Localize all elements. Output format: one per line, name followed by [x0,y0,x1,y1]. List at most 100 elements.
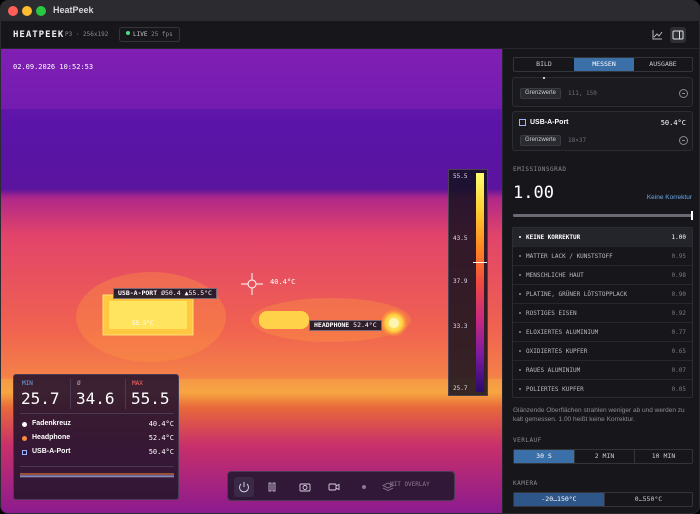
material-value: 0.90 [671,291,686,298]
material-item[interactable]: MATTER LACK / KUNSTSTOFF 0.95 [513,247,692,266]
material-value: 0.92 [671,310,686,317]
stat-row-crosshair: Fadenkreuz 40.4°C [22,419,174,431]
material-item[interactable]: ROSTIGES EISEN 0.92 [513,304,692,323]
stat-row-value: 50.4°C [148,448,174,456]
material-value: 0.77 [671,329,686,336]
material-value: 0.98 [671,272,686,279]
pause-button[interactable] [262,477,282,497]
material-item[interactable]: RAUES ALUMINIUM 0.07 [513,361,692,380]
material-value: 0.95 [671,253,686,260]
stats-panel: MIN 25.7 Ø 34.6 MAX 55.5 Fadenkreuz 40.4… [13,374,179,500]
crosshair-icon[interactable] [241,273,263,295]
record-dot-icon [362,485,366,489]
bullet-icon [519,350,521,352]
record-indicator[interactable] [354,477,374,497]
material-name: PLATINE, GRÜNER LÖTSTOPPLACK [526,291,628,298]
material-name: MENSCHLICHE HAUT [526,272,584,279]
minimize-window-button[interactable] [22,6,32,16]
fps-label: 25 fps [151,31,173,38]
app-window: HeatPeek HEATPEEK P3 · 256x192 LIVE 25 f… [0,0,700,514]
avg-label: Ø [77,380,81,387]
roi-square-icon [519,119,526,126]
title-bar: HeatPeek [1,1,699,21]
material-item[interactable]: MENSCHLICHE HAUT 0.98 [513,266,692,285]
stat-row-usb: USB-A-Port 50.4°C [22,447,174,459]
remove-marker-icon[interactable] [679,136,688,145]
stat-row-name: Fadenkreuz [32,420,71,427]
bullet-icon [519,274,521,276]
usb-tag-avg: Ø50.4 [161,289,181,297]
timestamp: 02.09.2026 10:52:53 [13,63,94,71]
stat-separator [70,379,71,409]
emission-slider[interactable] [513,211,693,220]
bullet-icon [519,312,521,314]
material-item-none[interactable]: KEINE KORREKTUR 1.00 [513,228,692,247]
window-title: HeatPeek [53,5,94,15]
history-range-selector: 30 S 2 MIN 10 MIN [513,449,693,464]
limits-button[interactable]: Grenzwerte [520,135,562,146]
material-item[interactable]: ELOXIERTES ALUMINIUM 0.77 [513,323,692,342]
thermal-view[interactable]: 02.09.2026 10:52:53 USB-A-PORT Ø50.4 ▲55… [1,49,502,513]
material-value: 0.07 [671,367,686,374]
usb-port-tag[interactable]: USB-A-PORT Ø50.4 ▲55.5°C [113,288,217,299]
scale-label-4: 33.3 [453,323,468,330]
history-2min-button[interactable]: 2 MIN [574,450,634,463]
scale-crosshair-marker [473,262,487,263]
emission-slider-thumb[interactable] [691,211,693,220]
snapshot-button[interactable] [295,477,315,497]
toolbar: HEATPEEK P3 · 256x192 LIVE 25 fps [1,21,699,49]
headphone-tag-value: 52.4°C [353,321,377,329]
scale-min-label: 25.7 [453,385,468,392]
emission-value: 1.00 [513,183,554,203]
material-value: 1.00 [671,234,686,241]
stats-divider [20,466,174,467]
record-video-button[interactable] [324,477,344,497]
chart-icon[interactable] [649,27,665,43]
usb-tag-max: ▲55.5°C [184,289,212,297]
headphone-marker-icon [22,436,27,441]
emission-section-title: EMISSIONSGRAD [513,166,567,173]
marker-value: 50.4°C [660,119,686,127]
material-item[interactable]: OXIDIERTES KUPFER 0.65 [513,342,692,361]
limits-button[interactable]: Grenzwerte [520,88,562,99]
live-indicator-icon [126,31,130,35]
headphone-tag-name: HEADPHONE [314,321,350,329]
sidebar-toggle-icon[interactable] [670,27,686,43]
material-value: 0.65 [671,348,686,355]
material-list: KEINE KORREKTUR 1.00 MATTER LACK / KUNSTS… [512,227,693,398]
tab-messen[interactable]: MESSEN [574,58,634,71]
tab-bild[interactable]: BILD [514,58,574,71]
history-section-title: VERLAUF [513,437,542,444]
roi-size: 18×37 [568,137,587,144]
usb-tag-name: USB-A-PORT [118,289,158,297]
history-10min-button[interactable]: 10 MIN [634,450,692,463]
power-button[interactable] [234,477,254,497]
marker-card-crosshair: Grenzwerte 111, 150 [512,77,693,107]
overlay-label: MIT OVERLAY [390,481,430,488]
bullet-icon [519,331,521,333]
brand-logo: HEATPEEK [13,30,65,40]
no-correction-link[interactable]: Keine Korrektur [647,194,692,201]
tab-ausgabe[interactable]: AUSGABE [634,58,692,71]
panel-tabs: BILD MESSEN AUSGABE [513,57,693,72]
capture-controls: MIT OVERLAY [227,471,455,501]
crosshair-value: 40.4°C [270,278,296,286]
material-item[interactable]: PLATINE, GRÜNER LÖTSTOPPLACK 0.90 [513,285,692,304]
material-name: RAUES ALUMINIUM [526,367,581,374]
marker-coords: 111, 150 [568,90,597,97]
stat-separator [125,379,126,409]
color-scale-bar [476,173,484,392]
range-high-button[interactable]: 0…550°C [604,493,692,506]
close-window-button[interactable] [8,6,18,16]
material-item[interactable]: POLIERTES KUPFER 0.05 [513,380,692,399]
headphone-tag[interactable]: HEADPHONE 52.4°C [309,320,382,331]
roi-max-label: 55.5°C [132,320,154,327]
max-value: 55.5 [131,389,170,408]
emission-note: Glänzende Oberflächen strahlen weniger a… [513,407,685,423]
range-low-button[interactable]: -20…150°C [514,493,604,506]
history-30s-button[interactable]: 30 S [514,450,574,463]
bullet-icon [519,388,521,390]
pause-icon [268,482,276,492]
remove-marker-icon[interactable] [679,89,688,98]
zoom-window-button[interactable] [36,6,46,16]
